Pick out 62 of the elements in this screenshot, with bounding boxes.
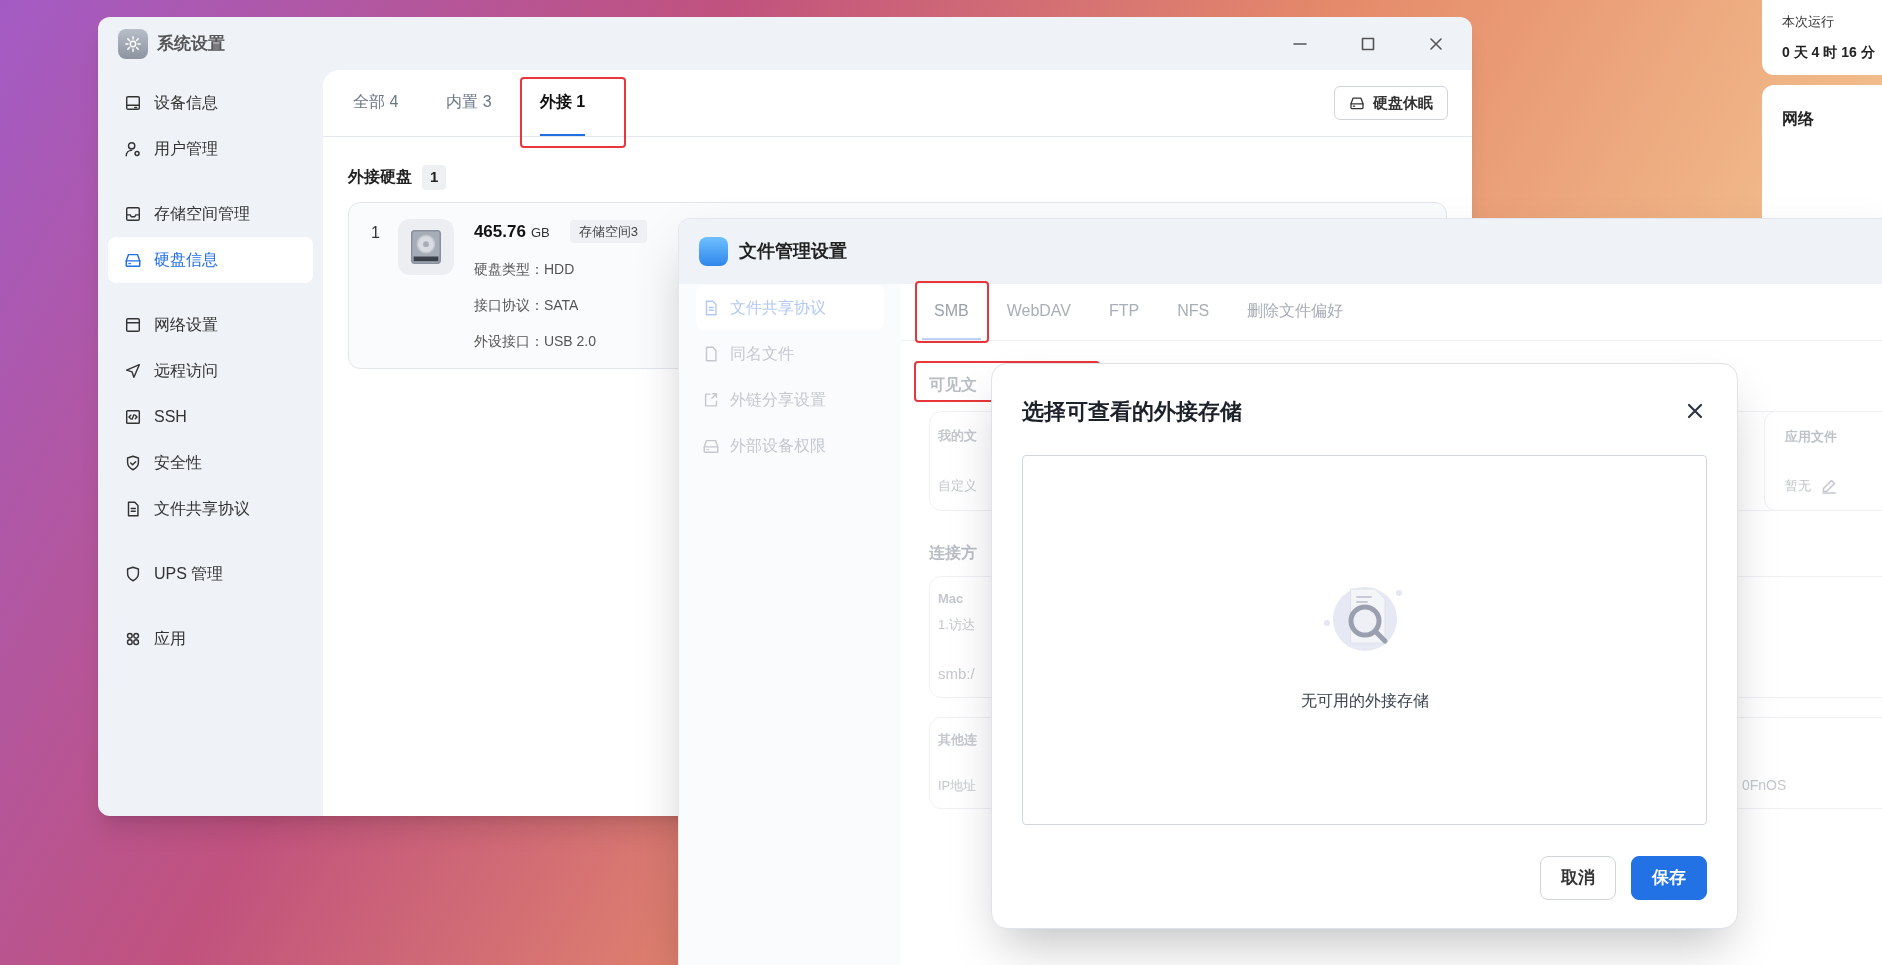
close-icon — [1687, 403, 1703, 419]
size-unit: GB — [530, 223, 550, 242]
field-label: IP地址 — [938, 777, 977, 795]
instruction-text: 1.访达 — [938, 616, 975, 634]
disk-number: 1 — [371, 222, 380, 243]
dialog-title: 选择可查看的外接存储 — [1022, 397, 1242, 426]
sidebar-item[interactable]: 用户管理 — [108, 126, 313, 172]
shield-check-icon — [124, 454, 142, 472]
gear-icon — [124, 34, 142, 53]
card-title: Mac — [938, 590, 964, 608]
inbox-tray-icon — [124, 205, 142, 223]
disk-detail: 硬盘类型：HDD — [473, 260, 576, 279]
close-icon — [1429, 36, 1443, 51]
sidebar-item[interactable]: 远程访问 — [108, 348, 313, 394]
drive-icon — [1349, 95, 1365, 111]
table-header: 应用文件 — [1785, 428, 1837, 446]
uptime-value: 0 天 4 时 16 分 — [1782, 42, 1876, 62]
tab[interactable]: 外接 1 — [539, 70, 586, 136]
storage-pool-tag: 存储空间3 — [569, 219, 647, 243]
save-button[interactable]: 保存 — [1631, 856, 1707, 900]
section-title: 可见文 — [929, 375, 977, 395]
sidebar-item[interactable]: 网络设置 — [108, 302, 313, 348]
hibernate-button[interactable]: 硬盘休眠 — [1334, 86, 1448, 120]
window-icon — [124, 316, 142, 334]
monitor-icon — [124, 94, 142, 112]
sidebar-item[interactable]: 应用 — [108, 616, 313, 662]
section-title: 外接硬盘 — [348, 167, 412, 188]
field-value: 0FnOS — [1742, 776, 1787, 795]
minimize-icon — [1293, 42, 1307, 45]
tab[interactable]: 内置 3 — [446, 70, 492, 136]
drive-icon — [124, 251, 142, 269]
sidebar-item[interactable]: 安全性 — [108, 440, 313, 486]
sidebar-item[interactable]: UPS 管理 — [108, 551, 313, 597]
tab[interactable]: 全部 4 — [353, 70, 399, 136]
sidebar-item[interactable]: 硬盘信息 — [108, 237, 313, 283]
cancel-button[interactable]: 取消 — [1540, 856, 1616, 900]
code-icon — [124, 408, 142, 426]
maximize-icon — [1361, 36, 1375, 51]
sidebar-item[interactable]: SSH — [108, 394, 313, 440]
section-title: 连接方 — [929, 543, 977, 563]
widget-title: 网络 — [1782, 110, 1814, 127]
sidebar-item[interactable]: 存储空间管理 — [108, 191, 313, 237]
count-badge: 1 — [422, 165, 447, 190]
uptime-label: 本次运行 — [1782, 13, 1835, 31]
shield-icon — [124, 565, 142, 583]
disk-size: 465.76 — [473, 220, 526, 243]
disk-detail: 接口协议：SATA — [473, 296, 580, 315]
table-header: 我的文 — [938, 427, 977, 445]
paper-plane-icon — [124, 362, 142, 380]
address-text: smb:/ — [938, 664, 975, 684]
grid-circles-icon — [124, 630, 142, 648]
table-cell-text: 自定义 — [938, 477, 977, 495]
window-title: 系统设置 — [157, 32, 225, 55]
sidebar-item[interactable]: 设备信息 — [108, 80, 313, 126]
table-cell-text: 暂无 — [1785, 477, 1811, 495]
sidebar-item[interactable]: 文件共享协议 — [108, 486, 313, 532]
card-title: 其他连 — [938, 731, 977, 749]
share-icon — [702, 390, 720, 409]
empty-message: 无可用的外接存储 — [1300, 691, 1429, 711]
window-title: 文件管理设置 — [739, 240, 847, 263]
disk-detail: 外设接口：USB 2.0 — [473, 332, 598, 351]
folder-app-icon — [699, 237, 728, 266]
